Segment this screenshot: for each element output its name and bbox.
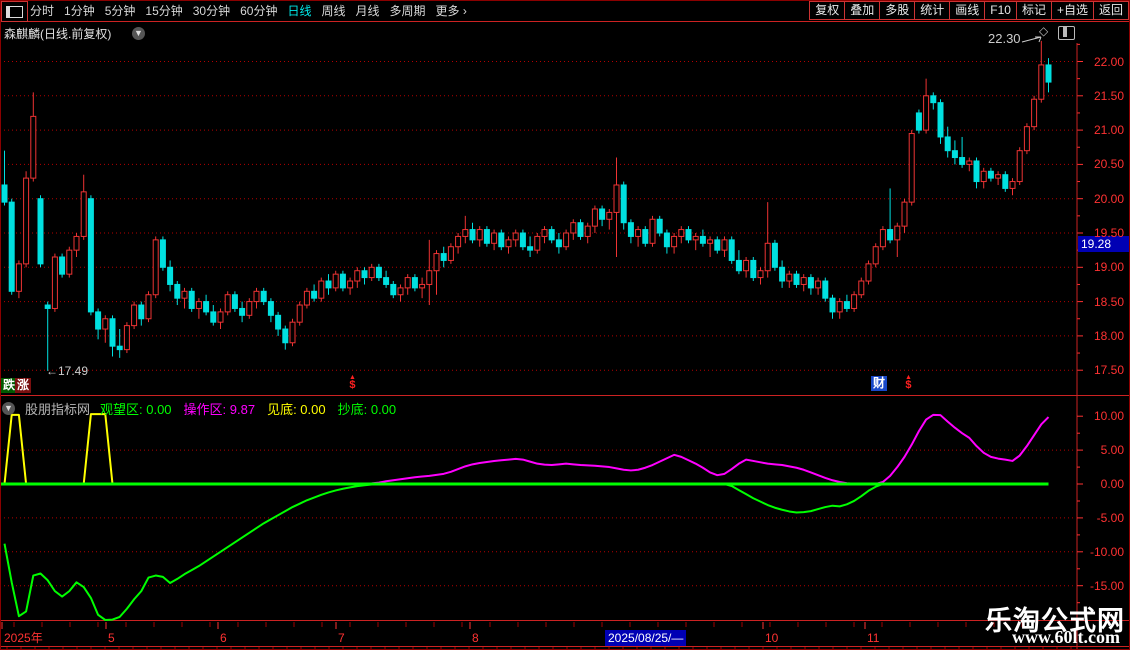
dollar-signal-icon: ▲ $	[905, 374, 912, 391]
high-price-annotation: 22.30	[988, 31, 1021, 46]
diamond-icon[interactable]: ◇	[1039, 24, 1048, 38]
price-axis-label: 18.50	[1093, 294, 1124, 309]
indicator-param: 操作区: 9.87	[183, 402, 256, 417]
finance-news-badge[interactable]: 财	[871, 376, 888, 391]
date-axis-label: 2025年	[4, 631, 43, 645]
indicator-param: 抄底: 0.00	[337, 402, 397, 417]
indicator-axis-label: 0.00	[1100, 477, 1124, 491]
price-axis-label: 19.00	[1093, 260, 1124, 275]
dollar-signal-icon: ▲ $	[349, 374, 356, 391]
split-pane-icon	[6, 5, 23, 18]
date-axis-label: 6	[220, 631, 227, 645]
chart-canvas[interactable]	[0, 0, 1130, 650]
indicator-axis-label: 5.00	[1100, 443, 1124, 458]
indicator-param: 观望区: 0.00	[100, 402, 172, 417]
period-tab[interactable]: 5分钟	[105, 2, 136, 19]
selected-date-tag: 2025/08/25/—	[605, 630, 687, 646]
pane-icon[interactable]	[1058, 26, 1075, 40]
period-tab[interactable]: 15分钟	[145, 2, 182, 19]
indicator-axis-label: -15.00	[1089, 578, 1124, 593]
toolbar-action-button[interactable]: 标记	[1015, 1, 1052, 20]
indicator-axis-label: 10.00	[1093, 409, 1124, 424]
period-tabs: 分时 1分钟 5分钟 15分钟 30分钟 60分钟 日线 周线 月线 多周期 更多 ›	[30, 0, 467, 21]
date-axis-label: 10	[765, 631, 779, 645]
date-axis-label: 7	[338, 631, 345, 645]
toolbar-action-button[interactable]: 多股	[879, 1, 916, 20]
period-tab[interactable]: 多周期	[390, 2, 426, 19]
toolbar-action-button[interactable]: 画线	[949, 1, 986, 20]
price-axis-label: 20.50	[1093, 157, 1124, 172]
low-price-annotation: ←17.49	[46, 364, 89, 378]
period-tab[interactable]: 60分钟	[240, 2, 277, 19]
period-tab[interactable]: 月线	[356, 2, 380, 19]
toolbar-action-button[interactable]: 返回	[1092, 1, 1129, 20]
indicator-params: 观望区: 0.00 操作区: 9.87 见底: 0.00 抄底: 0.00	[100, 399, 396, 418]
chevron-down-icon[interactable]: ▼	[132, 27, 145, 40]
toolbar-action-button[interactable]: 统计	[914, 1, 951, 20]
price-axis-label: 21.50	[1093, 88, 1124, 103]
toolbar-action-button[interactable]: 叠加	[844, 1, 881, 20]
toolbar-action-button[interactable]: F10	[984, 1, 1017, 20]
watermark-site-url: www.60lt.com	[1012, 627, 1120, 647]
price-axis-label: 17.50	[1093, 363, 1124, 378]
period-tab[interactable]: 更多 ›	[436, 2, 467, 19]
action-buttons: 复权 叠加 多股 统计 画线 F10 标记 +自选 返回	[809, 1, 1129, 20]
price-axis-label: 20.00	[1093, 191, 1124, 206]
date-axis-label: 8	[472, 631, 479, 645]
indicator-param: 见底: 0.00	[267, 402, 326, 417]
period-tab[interactable]: 周线	[321, 2, 345, 19]
indicator-axis-label: -5.00	[1096, 510, 1124, 525]
toolbar-action-button[interactable]: +自选	[1050, 1, 1094, 20]
indicator-name: 股朋指标网	[25, 402, 91, 417]
price-axis-label: 19.50	[1093, 226, 1124, 240]
date-axis-label: 5	[108, 631, 115, 645]
indicator-axis-label: -10.00	[1089, 544, 1124, 559]
indicator-collapse-icon[interactable]: ▼	[2, 402, 15, 415]
period-tab[interactable]: 30分钟	[193, 2, 230, 19]
price-axis-label: 22.00	[1093, 54, 1124, 69]
price-axis-label: 18.00	[1093, 328, 1124, 343]
rise-signal-badge: 涨	[15, 378, 32, 393]
period-tab[interactable]: 1分钟	[64, 2, 95, 19]
date-axis-label: 11	[867, 631, 880, 645]
period-tab[interactable]: 日线	[287, 2, 311, 19]
price-axis-label: 21.00	[1093, 123, 1124, 138]
stock-title[interactable]: 森麒麟(日线.前复权)	[4, 25, 111, 42]
toolbar-action-button[interactable]: 复权	[809, 1, 846, 20]
window-split-button[interactable]	[1, 1, 28, 22]
period-tab[interactable]: 分时	[30, 2, 54, 19]
